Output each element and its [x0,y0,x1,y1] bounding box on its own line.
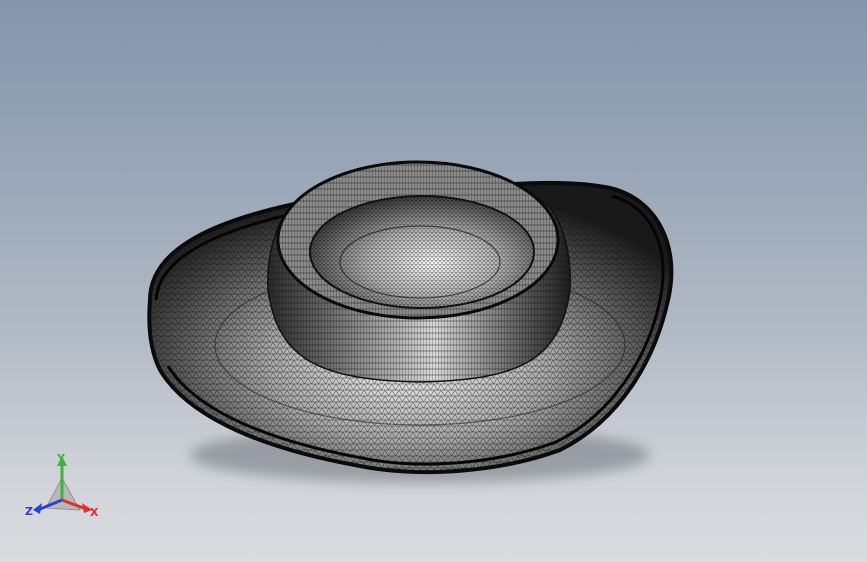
x-axis-label: X [90,506,99,519]
graphics-viewport[interactable]: Y X Z [0,0,867,562]
y-axis-label: Y [56,452,66,465]
hat-mesh-model[interactable] [0,0,867,562]
view-orientation-triad[interactable]: Y X Z [24,448,104,528]
z-axis-label: Z [25,505,33,518]
